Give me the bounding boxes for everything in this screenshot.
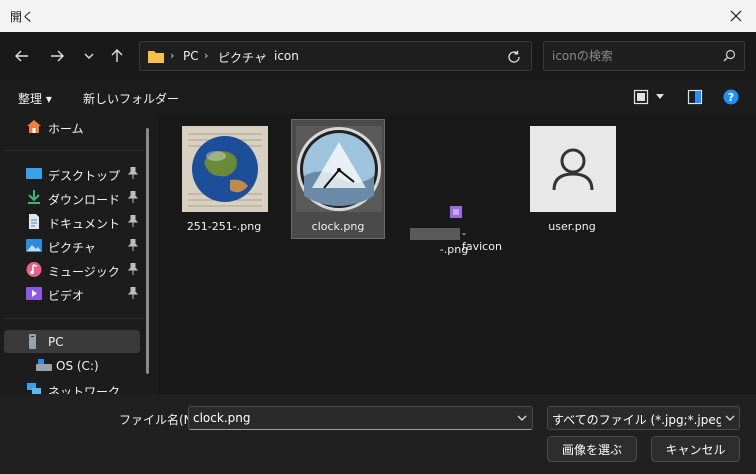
recent-locations-button[interactable] xyxy=(77,44,101,68)
user-thumb xyxy=(530,126,616,212)
breadcrumb-pictures[interactable]: ピクチャ xyxy=(218,49,266,66)
help-icon[interactable]: ? xyxy=(723,89,739,105)
pictures-icon xyxy=(26,239,42,252)
refresh-icon xyxy=(508,50,520,63)
filename-input[interactable]: clock.png xyxy=(188,406,533,430)
title-bar: 開く xyxy=(0,0,756,32)
cancel-button[interactable]: キャンセル xyxy=(651,436,740,462)
home-icon xyxy=(27,120,41,133)
file-item[interactable]: 251-251-.png xyxy=(178,120,270,238)
favicon-thumb xyxy=(450,206,462,218)
music-icon xyxy=(26,262,42,277)
breadcrumb-separator-icon: › xyxy=(170,49,175,62)
folder-icon xyxy=(148,51,164,63)
window-title: 開く xyxy=(10,10,35,24)
arrow-left-icon xyxy=(15,50,28,62)
filename-value: clock.png xyxy=(193,411,251,425)
sidebar-item-videos[interactable]: ビデオ xyxy=(4,282,140,305)
search-input[interactable] xyxy=(552,48,712,64)
dialog-footer: ファイル名(N): clock.png すべてのファイル (*.jpg;*.jp… xyxy=(0,394,756,474)
file-name: clock.png xyxy=(311,220,365,233)
sidebar-item-label: デスクトップ xyxy=(48,169,121,183)
sidebar-item-label: ダウンロード xyxy=(48,193,121,207)
file-name: 251-251-.png xyxy=(186,220,262,233)
sidebar-item-label: PC xyxy=(48,335,64,349)
search-box[interactable] xyxy=(543,41,745,71)
back-button[interactable] xyxy=(10,44,34,68)
network-icon xyxy=(27,383,41,394)
open-button[interactable]: 画像を選ぶ xyxy=(547,436,637,462)
file-item[interactable]: clock.png xyxy=(291,119,385,239)
sidebar-item-label: ドキュメント xyxy=(48,217,121,231)
view-mode-icon[interactable] xyxy=(633,89,649,105)
new-folder-button[interactable]: 新しいフォルダー xyxy=(83,90,179,107)
file-name: user.png xyxy=(548,220,596,233)
drive-icon xyxy=(36,359,52,371)
sidebar-item-pictures[interactable]: ピクチャ xyxy=(4,234,140,257)
pin-icon[interactable] xyxy=(128,215,138,227)
pc-icon xyxy=(29,334,36,349)
sidebar-divider xyxy=(4,150,144,151)
pin-icon[interactable] xyxy=(128,263,138,275)
up-button[interactable] xyxy=(105,44,129,68)
sidebar-item-os-drive[interactable]: OS (C:) xyxy=(4,354,140,377)
search-icon[interactable] xyxy=(723,49,736,62)
file-item[interactable]: -favicon -.png xyxy=(408,120,502,256)
sidebar-item-label: ピクチャ xyxy=(48,241,96,255)
refresh-button[interactable] xyxy=(504,47,524,67)
document-icon xyxy=(29,214,39,229)
sidebar-item-documents[interactable]: ドキュメント xyxy=(4,210,140,233)
desktop-icon xyxy=(26,168,42,179)
sidebar-item-label: ビデオ xyxy=(48,289,85,303)
close-button[interactable] xyxy=(716,0,756,32)
pin-icon[interactable] xyxy=(128,191,138,203)
breadcrumb-icon-folder[interactable]: icon xyxy=(274,49,299,63)
breadcrumb-pc[interactable]: PC xyxy=(183,49,199,63)
sidebar-item-downloads[interactable]: ダウンロード xyxy=(4,186,140,209)
sidebar-item-label: OS (C:) xyxy=(56,359,99,373)
filetype-dropdown[interactable] xyxy=(721,407,739,429)
file-item[interactable]: user.png xyxy=(526,120,618,238)
redacted-name-block xyxy=(410,228,460,240)
chevron-down-icon xyxy=(725,415,735,421)
pin-icon[interactable] xyxy=(128,239,138,251)
file-name-extension: -.png xyxy=(439,243,469,256)
download-icon xyxy=(28,190,40,204)
sidebar-scrollbar[interactable] xyxy=(146,128,149,374)
file-list[interactable]: 251-251-.png clock.png -favicon -.png us… xyxy=(158,114,756,394)
filetype-select[interactable]: すべてのファイル (*.jpg;*.jpeg;*.bmp xyxy=(547,406,740,430)
sidebar-item-network[interactable]: ネットワーク xyxy=(4,378,140,394)
sidebar-item-home[interactable]: ホーム xyxy=(4,115,140,138)
sidebar-item-label: ネットワーク xyxy=(48,385,121,394)
globe-thumb xyxy=(182,126,268,212)
sidebar-item-desktop[interactable]: デスクトップ xyxy=(4,162,140,185)
navigation-pane[interactable]: ホーム デスクトップ ダウンロード ドキュメント ピクチャ ミュージック ビデオ… xyxy=(0,114,158,394)
breadcrumb-separator-icon: › xyxy=(262,49,267,62)
pin-icon[interactable] xyxy=(128,167,138,179)
sidebar-item-pc[interactable]: PC xyxy=(4,330,140,353)
chevron-down-icon xyxy=(84,53,94,59)
breadcrumb-separator-icon: › xyxy=(204,49,209,62)
address-bar[interactable]: › PC › ピクチャ › icon xyxy=(139,41,532,71)
pin-icon[interactable] xyxy=(128,287,138,299)
sidebar-divider xyxy=(4,318,144,319)
arrow-right-icon xyxy=(51,50,64,62)
video-icon xyxy=(26,287,42,300)
chevron-down-icon[interactable] xyxy=(516,412,528,424)
view-dropdown-icon[interactable] xyxy=(656,94,664,100)
sidebar-item-music[interactable]: ミュージック xyxy=(4,258,140,281)
sidebar-item-label: ホーム xyxy=(48,122,84,136)
command-bar: 整理 ▾ 新しいフォルダー ? xyxy=(0,80,756,114)
clock-thumb xyxy=(296,126,382,212)
close-icon xyxy=(730,10,742,22)
preview-pane-icon[interactable] xyxy=(687,89,703,105)
forward-button[interactable] xyxy=(45,44,69,68)
arrow-up-icon xyxy=(111,49,123,62)
svg-text:?: ? xyxy=(728,91,734,104)
sidebar-item-label: ミュージック xyxy=(48,265,120,279)
filetype-value: すべてのファイル (*.jpg;*.jpeg;*.bmp xyxy=(552,413,739,427)
organize-button[interactable]: 整理 ▾ xyxy=(18,90,52,107)
